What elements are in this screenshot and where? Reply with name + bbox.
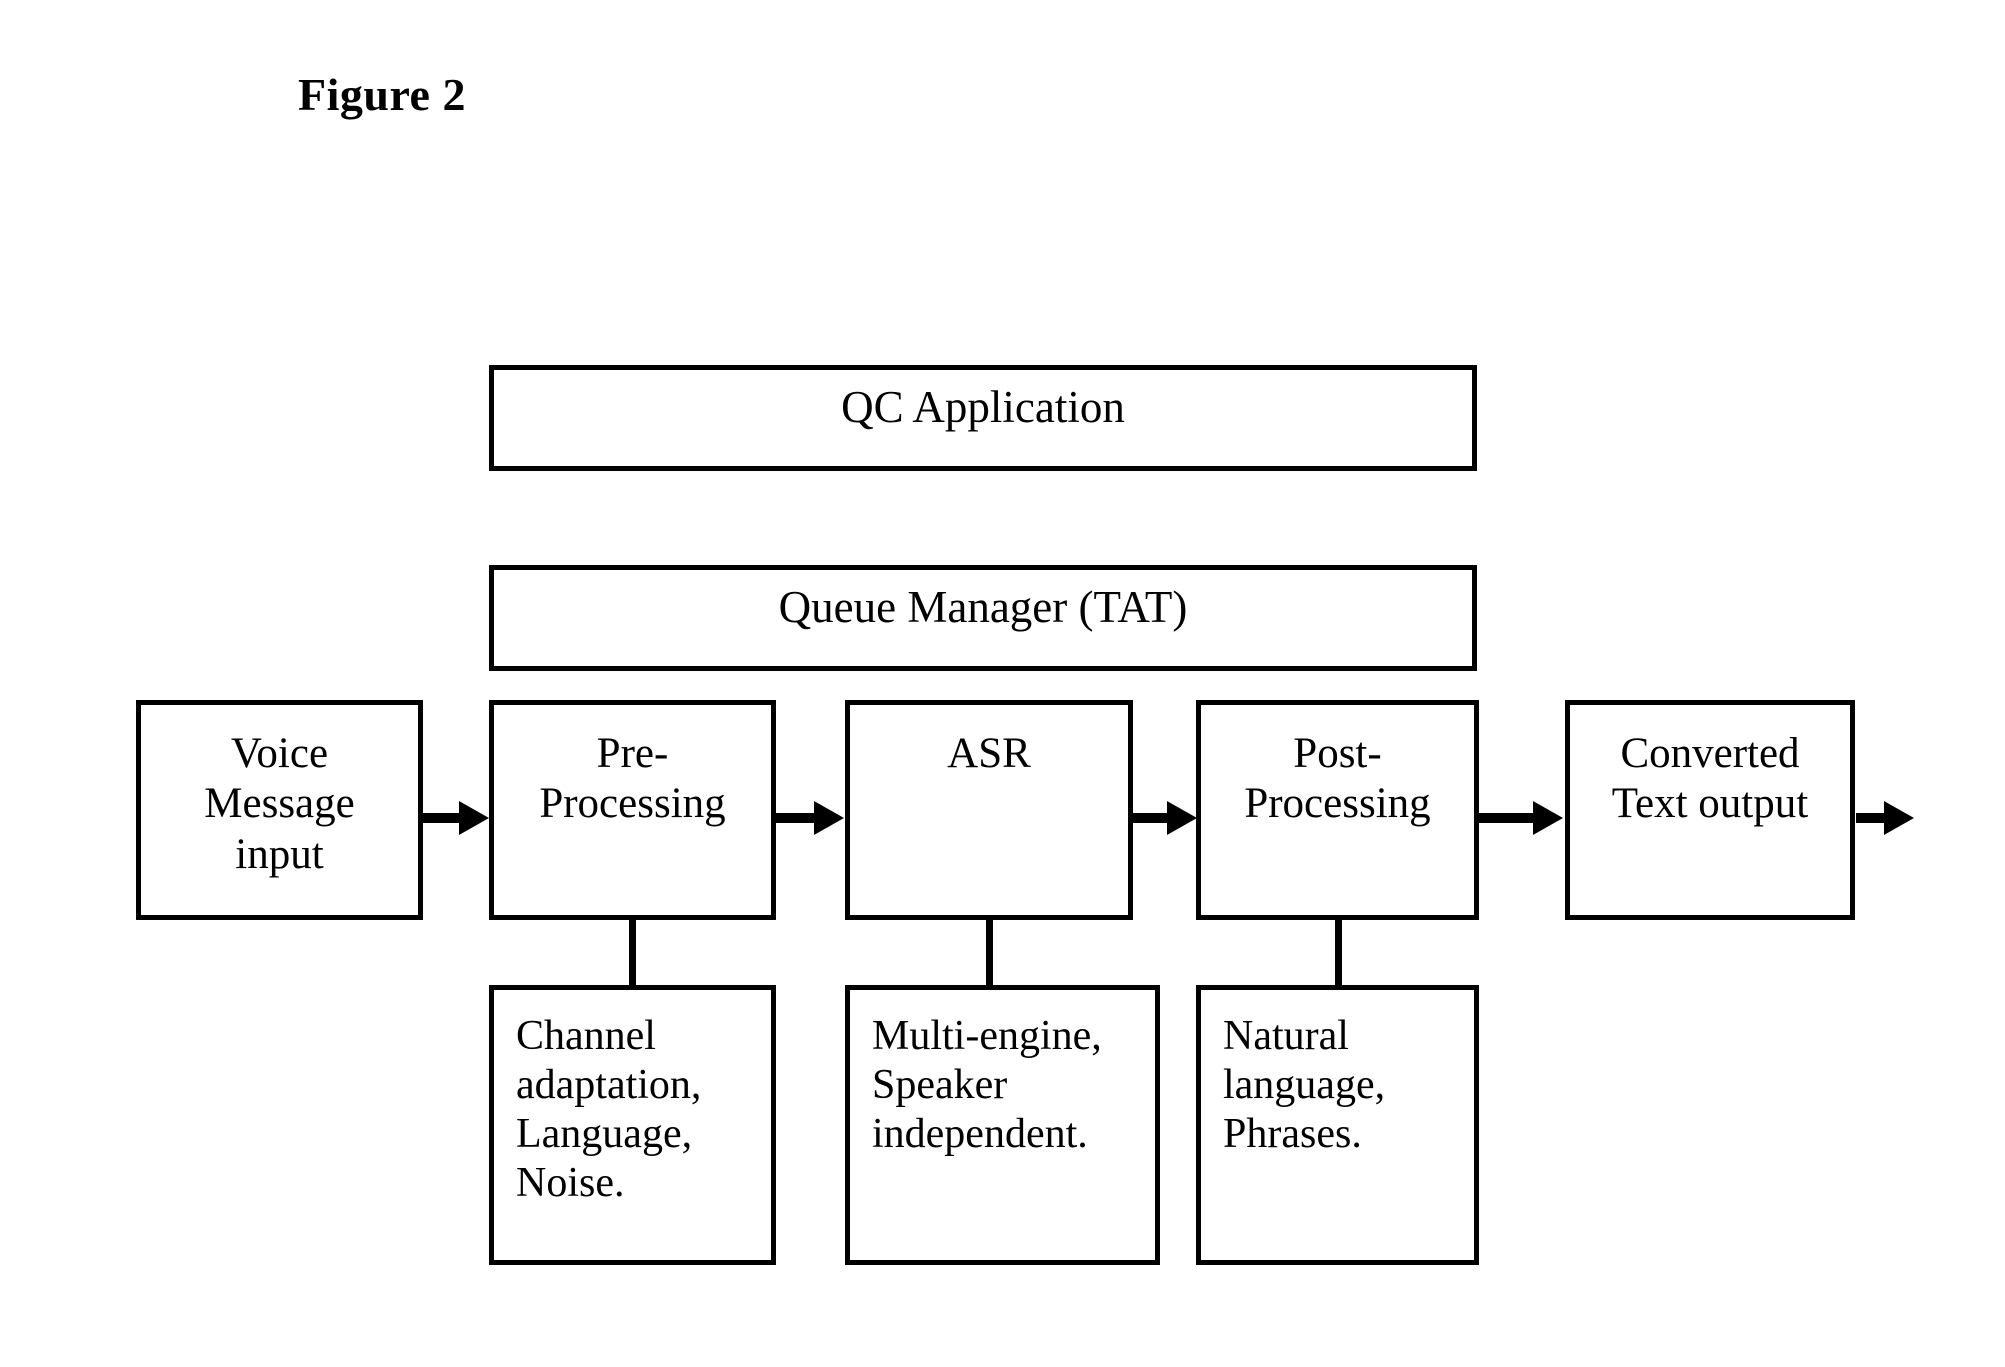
stage-line: Post- — [1293, 730, 1382, 777]
voice-message-input-label: Voice Message input — [147, 729, 412, 880]
asr-label: ASR — [856, 729, 1122, 779]
queue-manager-label: Queue Manager (TAT) — [778, 582, 1188, 632]
voice-message-input-box: Voice Message input — [136, 700, 423, 920]
queue-manager-box: Queue Manager (TAT) — [489, 565, 1477, 671]
connector-preprocessing-to-details — [629, 918, 636, 988]
asr-details-label: Multi-engine, Speaker independent. — [872, 1012, 1147, 1159]
detail-line: Channel — [516, 1013, 656, 1059]
stage-line: Pre- — [596, 730, 669, 777]
pre-processing-box: Pre- Processing — [489, 700, 776, 920]
stage-line: Message — [204, 780, 355, 828]
qc-application-label: QC Application — [841, 382, 1125, 432]
figure-canvas: Figure 2 QC Application Queue Manager (T… — [0, 0, 2005, 1367]
pre-processing-label: Pre- Processing — [500, 729, 765, 830]
stage-line: Converted — [1620, 730, 1800, 777]
asr-box: ASR — [845, 700, 1133, 920]
detail-line: Phrases. — [1223, 1111, 1362, 1158]
converted-text-output-label: Converted Text output — [1576, 729, 1844, 830]
detail-line: language, — [1223, 1062, 1386, 1109]
stage-line: Processing — [539, 780, 726, 828]
detail-line: adaptation, — [516, 1062, 702, 1109]
stage-line: Processing — [1244, 780, 1431, 828]
stage-line: input — [235, 830, 324, 878]
figure-title: Figure 2 — [298, 69, 466, 120]
detail-line: Natural — [1223, 1013, 1349, 1059]
pre-processing-details-label: Channel adaptation, Language, Noise. — [516, 1012, 763, 1209]
post-processing-box: Post- Processing — [1196, 700, 1479, 920]
stage-line: Text output — [1611, 780, 1809, 828]
qc-application-box: QC Application — [489, 365, 1477, 471]
connector-asr-to-details — [986, 918, 993, 988]
post-processing-details-label: Natural language, Phrases. — [1223, 1012, 1466, 1159]
stage-line: Voice — [230, 730, 329, 777]
detail-line: Language, — [516, 1111, 693, 1158]
asr-details-box: Multi-engine, Speaker independent. — [845, 985, 1160, 1265]
stage-line: ASR — [947, 730, 1031, 777]
detail-line: Multi-engine, — [872, 1013, 1102, 1059]
pre-processing-details-box: Channel adaptation, Language, Noise. — [489, 985, 776, 1265]
detail-line: Noise. — [516, 1160, 625, 1207]
detail-line: Speaker — [872, 1062, 1008, 1109]
detail-line: independent. — [872, 1111, 1088, 1158]
post-processing-details-box: Natural language, Phrases. — [1196, 985, 1479, 1265]
post-processing-label: Post- Processing — [1207, 729, 1468, 830]
connector-postprocessing-to-details — [1335, 918, 1342, 988]
converted-text-output-box: Converted Text output — [1565, 700, 1855, 920]
